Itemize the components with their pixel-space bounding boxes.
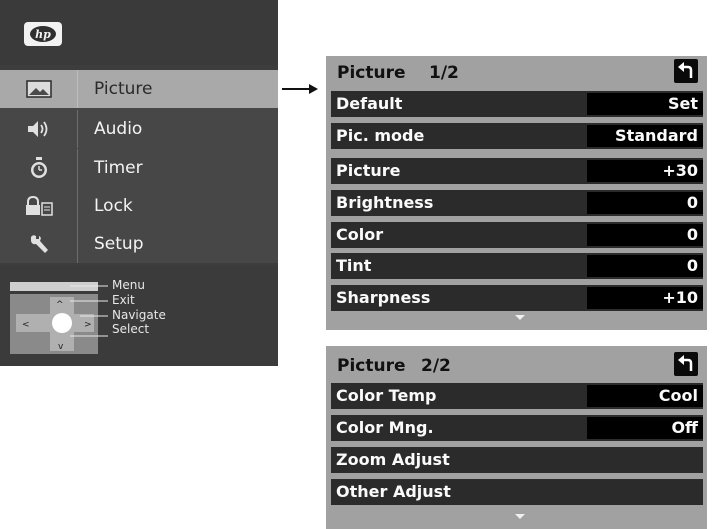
menu-separator [77, 149, 78, 187]
setting-value-box: +10 [587, 287, 703, 309]
menu-separator [77, 187, 78, 225]
panel-page: 1/2 [429, 63, 459, 83]
menu-item-lock[interactable]: Lock [0, 187, 278, 225]
stopwatch-icon [24, 157, 54, 179]
hp-logo: hp [24, 22, 62, 46]
setting-value-box: 0 [587, 224, 703, 246]
panel-header: Picture 1/2 [326, 56, 707, 88]
setting-row-brightness[interactable]: Brightness 0 [331, 190, 703, 216]
legend-exit: Exit [112, 293, 135, 307]
logo-bar: hp [0, 0, 278, 65]
svg-text:>: > [84, 320, 92, 330]
remote-keypad-icon: ^ < > v [10, 282, 108, 354]
menu-item-audio[interactable]: Audio [0, 110, 278, 148]
menu-list: Picture Audio Timer Lock Setup [0, 70, 278, 263]
panel-title: Picture [337, 356, 406, 376]
setting-label: Zoom Adjust [336, 450, 450, 469]
menu-item-picture[interactable]: Picture [0, 70, 278, 108]
picture-icon [24, 78, 54, 100]
menu-item-label: Audio [94, 119, 143, 139]
back-button[interactable] [674, 352, 698, 376]
legend-menu: Menu [112, 278, 145, 292]
legend-select: Select [112, 322, 150, 336]
setting-value: Cool [658, 386, 698, 405]
panel-page: 2/2 [421, 356, 451, 376]
setting-row-color-temp[interactable]: Color Temp Cool [331, 383, 703, 409]
menu-item-setup[interactable]: Setup [0, 225, 278, 263]
scroll-down-indicator-icon[interactable] [515, 315, 525, 320]
setting-label: Default [336, 94, 403, 113]
right-arrow-icon [282, 84, 318, 94]
setting-value-box: 0 [587, 192, 703, 214]
panel-title: Picture [337, 63, 406, 83]
svg-text:hp: hp [35, 28, 51, 41]
back-button[interactable] [674, 59, 698, 83]
menu-item-label: Timer [94, 158, 143, 178]
remote-legend: ^ < > v Menu Exit Navigate Select [0, 266, 278, 366]
setting-value: Set [667, 94, 698, 113]
scroll-down-indicator-icon[interactable] [515, 514, 525, 519]
setting-value: Off [671, 418, 698, 437]
setting-value: 0 [686, 225, 698, 244]
setting-row-pic-mode[interactable]: Pic. mode Standard [331, 123, 703, 149]
setting-row-color[interactable]: Color 0 [331, 222, 703, 248]
back-arrow-icon [678, 62, 693, 78]
setting-value-box: Off [587, 417, 703, 439]
setting-label: Tint [336, 256, 372, 275]
lock-icon [24, 195, 54, 217]
setting-label: Color [336, 225, 384, 244]
setting-value: Standard [615, 126, 698, 145]
setting-row-default[interactable]: Default Set [331, 91, 703, 117]
svg-text:^: ^ [56, 300, 64, 310]
setting-label: Brightness [336, 193, 434, 212]
setting-label: Picture [336, 161, 401, 180]
setting-row-tint[interactable]: Tint 0 [331, 253, 703, 279]
menu-separator [77, 110, 78, 148]
svg-text:v: v [58, 342, 64, 352]
menu-item-timer[interactable]: Timer [0, 149, 278, 187]
menu-item-label: Setup [94, 234, 144, 254]
setting-value-box: Set [587, 93, 703, 115]
speaker-icon [24, 118, 54, 140]
setting-value: +10 [662, 288, 698, 307]
menu-item-label: Lock [94, 196, 133, 216]
setting-row-sharpness[interactable]: Sharpness +10 [331, 285, 703, 311]
setting-value: +30 [662, 161, 698, 180]
setting-label: Color Temp [336, 386, 437, 405]
setting-row-zoom-adjust[interactable]: Zoom Adjust [331, 447, 703, 473]
setting-label: Pic. mode [336, 126, 425, 145]
setting-value: 0 [686, 256, 698, 275]
setting-label: Other Adjust [336, 482, 451, 501]
setting-value-box: Standard [587, 125, 703, 147]
menu-item-label: Picture [94, 79, 153, 99]
setting-row-color-mng[interactable]: Color Mng. Off [331, 415, 703, 441]
picture-settings-panel-1: Picture 1/2 Default Set Pic. mode Standa… [326, 56, 707, 330]
menu-separator [77, 70, 78, 108]
wrench-icon [24, 233, 54, 255]
picture-settings-panel-2: Picture 2/2 Color Temp Cool Color Mng. O… [326, 346, 707, 529]
setting-value-box: Cool [587, 385, 703, 407]
setting-row-other-adjust[interactable]: Other Adjust [331, 479, 703, 505]
panel-header: Picture 2/2 [326, 346, 707, 378]
setting-value-box: 0 [587, 255, 703, 277]
back-arrow-icon [678, 355, 693, 371]
setting-label: Color Mng. [336, 418, 434, 437]
legend-navigate: Navigate [112, 308, 166, 322]
setting-value: 0 [686, 193, 698, 212]
menu-separator [77, 225, 78, 263]
setting-row-picture[interactable]: Picture +30 [331, 158, 703, 184]
setting-label: Sharpness [336, 288, 431, 307]
main-menu-panel: hp Picture Audio Timer Lock Setup ^ < > … [0, 0, 278, 366]
svg-text:<: < [22, 320, 30, 330]
setting-value-box: +30 [587, 160, 703, 182]
